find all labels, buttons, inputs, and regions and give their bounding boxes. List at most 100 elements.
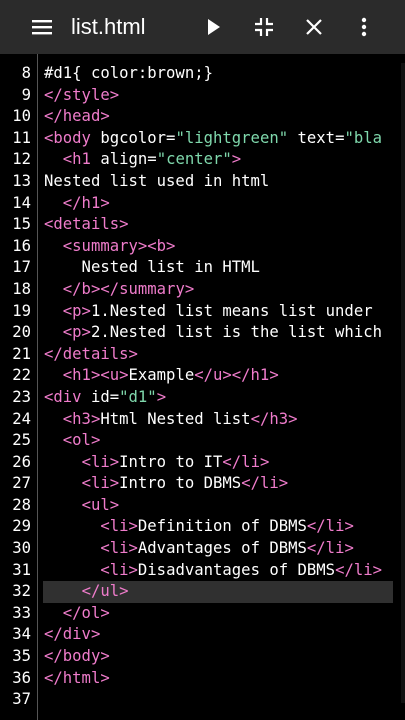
- text-token: Nested list in HTML: [44, 258, 260, 277]
- line-number: 21: [12, 344, 31, 363]
- code-line[interactable]: 34 </div>: [0, 624, 405, 646]
- code-line[interactable]: 30 <li>Advantages of DBMS</li>: [0, 538, 405, 560]
- collapse-icon[interactable]: [251, 14, 277, 40]
- text-token: text=: [288, 128, 345, 147]
- code-line[interactable]: 29 <li>Definition of DBMS</li>: [0, 516, 405, 538]
- code-line[interactable]: 21 </details>: [0, 344, 405, 366]
- code-text: <li>Intro to IT</li>: [44, 452, 393, 474]
- line-number: 34: [12, 625, 31, 644]
- tag-token: </style>: [44, 85, 120, 104]
- code-line[interactable]: 20 <p>2.Nested list is the list which: [0, 322, 405, 344]
- code-text: <li>Disadvantages of DBMS</li>: [44, 560, 393, 582]
- text-token: Nested list used in html: [44, 171, 270, 190]
- text-token: Intro to IT: [119, 452, 223, 471]
- tag-token: </li>: [306, 517, 354, 536]
- line-number: 20: [12, 323, 31, 342]
- menu-icon[interactable]: [30, 15, 54, 39]
- code-line[interactable]: 14 </h1>: [0, 193, 405, 215]
- tag-token: <ul>: [81, 495, 120, 514]
- code-line[interactable]: 28 <ul>: [0, 495, 405, 517]
- tag-token: <body: [44, 128, 101, 147]
- tag-token: <p>: [62, 301, 91, 320]
- close-icon[interactable]: [301, 14, 327, 40]
- code-line[interactable]: 19 <p>1.Nested list means list under: [0, 301, 405, 323]
- line-number: 35: [12, 647, 31, 666]
- text-token: Definition of DBMS: [137, 517, 307, 536]
- code-text: <details>: [44, 214, 393, 236]
- tag-token: <h1><u>: [62, 366, 129, 385]
- tag-token: <h1: [62, 150, 101, 169]
- tag-token: </li>: [306, 539, 354, 558]
- code-line[interactable]: 22 <h1><u>Example</u></h1>: [0, 365, 405, 387]
- string-token: "lightgreen": [175, 128, 289, 147]
- line-number: 37: [12, 690, 31, 709]
- code-line[interactable]: 35 </body>: [0, 646, 405, 668]
- tag-token: <ol>: [62, 431, 101, 450]
- code-line[interactable]: 27 <li>Intro to DBMS</li>: [0, 473, 405, 495]
- code-line[interactable]: 8 #d1{ color:brown;}: [0, 63, 405, 85]
- code-text: </ol>: [44, 603, 393, 625]
- code-text: <li>Definition of DBMS</li>: [44, 516, 393, 538]
- tag-token: <li>: [100, 517, 138, 536]
- code-text: Nested list in HTML: [44, 257, 393, 279]
- code-text: <h3>Html Nested list</h3>: [44, 409, 393, 431]
- tag-token: </li>: [222, 452, 270, 471]
- code-text: <h1><u>Example</u></h1>: [44, 365, 393, 387]
- code-text: Nested list used in html: [44, 171, 393, 193]
- line-number: 29: [12, 517, 31, 536]
- code-editor[interactable]: 8 #d1{ color:brown;} 9 </style> 10 </head> 11 <…: [0, 63, 405, 711]
- line-number: 26: [12, 452, 31, 471]
- tag-token: </h1>: [62, 193, 110, 212]
- code-line[interactable]: 16 <summary><b>: [0, 236, 405, 258]
- code-line[interactable]: 32 </ul>: [0, 581, 405, 603]
- line-number: 18: [12, 279, 31, 298]
- text-token: Advantages of DBMS: [137, 539, 307, 558]
- code-line[interactable]: 12 <h1 align="center">: [0, 149, 405, 171]
- code-line[interactable]: 18 </b></summary>: [0, 279, 405, 301]
- code-line[interactable]: 24 <h3>Html Nested list</h3>: [0, 409, 405, 431]
- string-token: "bla: [344, 128, 383, 147]
- tag-token: </u></h1>: [194, 366, 279, 385]
- play-icon[interactable]: [201, 14, 227, 40]
- code-text: <p>2.Nested list is the list which: [44, 322, 393, 344]
- text-token: Html Nested list: [100, 409, 251, 428]
- code-line[interactable]: 31 <li>Disadvantages of DBMS</li>: [0, 560, 405, 582]
- code-line[interactable]: 10 </head>: [0, 106, 405, 128]
- text-token: 1.Nested list means list under: [90, 301, 373, 320]
- tag-token: </body>: [44, 647, 110, 666]
- tag-token: <p>: [62, 323, 91, 342]
- tag-token: </h3>: [250, 409, 298, 428]
- code-line[interactable]: 11 <body bgcolor="lightgreen" text="bla: [0, 128, 405, 150]
- code-line[interactable]: 25 <ol>: [0, 430, 405, 452]
- code-text: </body>: [44, 646, 393, 668]
- line-number: 15: [12, 215, 31, 234]
- code-line[interactable]: 37: [0, 689, 405, 711]
- string-token: "center": [156, 150, 232, 169]
- line-number: 22: [12, 366, 31, 385]
- tag-token: >: [231, 150, 242, 169]
- line-number: 14: [12, 193, 31, 212]
- code-line[interactable]: 15 <details>: [0, 214, 405, 236]
- line-number: 27: [12, 474, 31, 493]
- tag-token: <li>: [81, 452, 120, 471]
- code-line[interactable]: 26 <li>Intro to IT</li>: [0, 452, 405, 474]
- code-line[interactable]: 17 Nested list in HTML: [0, 257, 405, 279]
- code-line[interactable]: 36 </html>: [0, 668, 405, 690]
- code-line[interactable]: 33 </ol>: [0, 603, 405, 625]
- line-number: 10: [12, 107, 31, 126]
- more-vert-icon[interactable]: [351, 14, 377, 40]
- line-number: 13: [12, 171, 31, 190]
- code-line[interactable]: 23 <div id="d1">: [0, 387, 405, 409]
- code-line[interactable]: 9 </style>: [0, 85, 405, 107]
- code-text: </details>: [44, 344, 393, 366]
- code-line[interactable]: 13 Nested list used in html: [0, 171, 405, 193]
- line-number: 25: [12, 431, 31, 450]
- editor-scrollbar[interactable]: [401, 63, 405, 703]
